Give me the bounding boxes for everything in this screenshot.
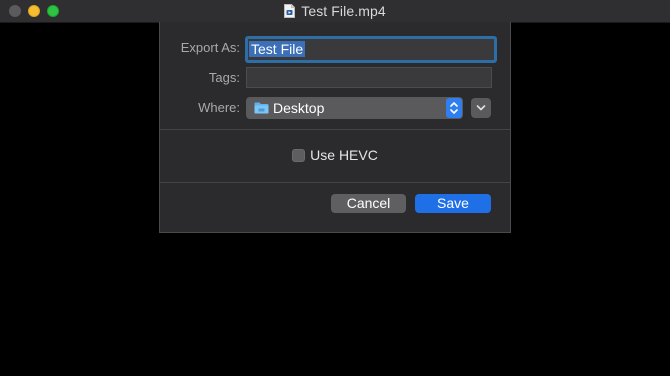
export-sheet: Export As: Test File Tags: Where: Deskto…	[159, 22, 511, 233]
divider	[160, 182, 510, 183]
document-icon	[284, 4, 296, 18]
save-button[interactable]: Save	[415, 194, 491, 213]
where-location-select[interactable]: Desktop	[246, 97, 463, 119]
where-selected-value: Desktop	[273, 100, 325, 116]
export-as-value: Test File	[249, 41, 306, 57]
tags-label: Tags:	[208, 70, 240, 85]
use-hevc-label[interactable]: Use HEVC	[310, 147, 378, 163]
window-title-group: Test File.mp4	[284, 3, 386, 19]
use-hevc-checkbox[interactable]	[292, 148, 306, 162]
title-bar[interactable]: Test File.mp4	[0, 0, 670, 23]
chevron-down-icon	[476, 105, 486, 111]
tags-field[interactable]	[246, 67, 492, 88]
export-as-label: Export As:	[180, 40, 240, 55]
where-label: Where:	[198, 100, 240, 115]
window-title: Test File.mp4	[301, 3, 386, 19]
up-down-chevron-icon	[450, 102, 458, 114]
zoom-window-button[interactable]	[47, 5, 59, 17]
divider	[160, 129, 510, 130]
cancel-button[interactable]: Cancel	[331, 194, 406, 213]
where-popup-stepper[interactable]	[446, 98, 462, 118]
minimize-window-button[interactable]	[28, 5, 40, 17]
expand-browser-button[interactable]	[471, 98, 491, 118]
app-window: Test File.mp4 Export As: Test File Tags:…	[0, 0, 670, 376]
use-hevc-option: Use HEVC	[160, 147, 510, 163]
folder-icon	[254, 102, 269, 114]
export-as-field[interactable]: Test File	[245, 36, 497, 63]
close-window-button[interactable]	[9, 5, 21, 17]
